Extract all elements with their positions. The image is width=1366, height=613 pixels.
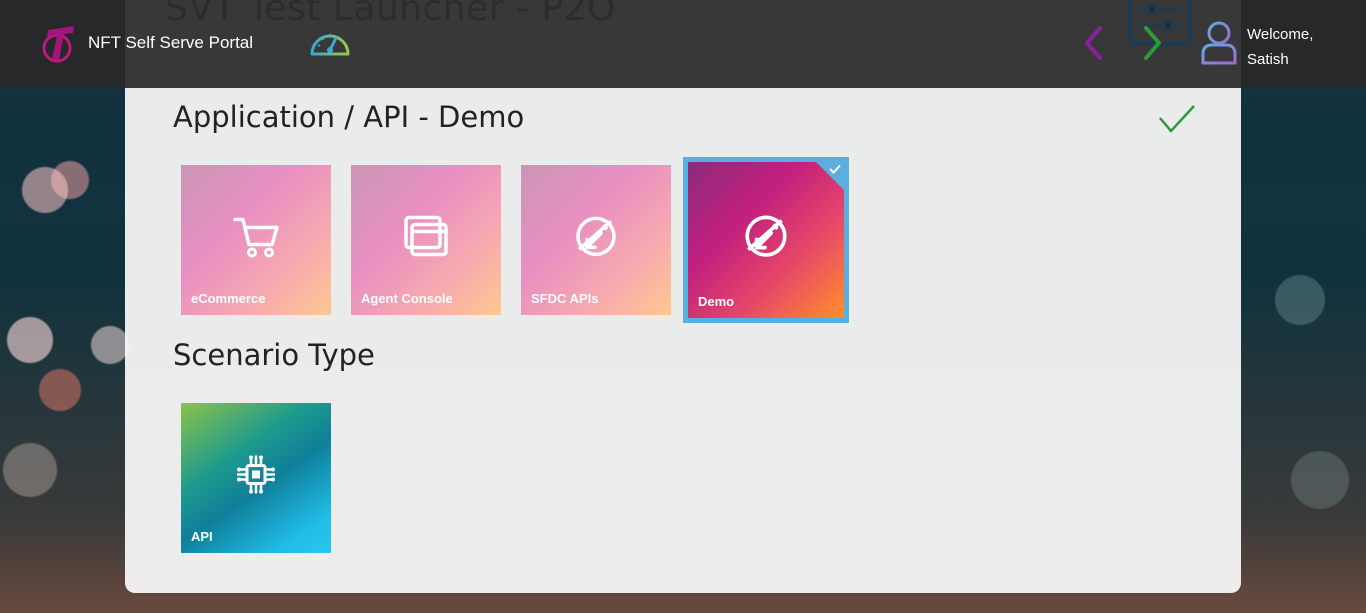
tile-label: Agent Console (361, 291, 453, 306)
selected-check-icon (829, 164, 841, 174)
chip-icon (237, 455, 275, 494)
application-section-title: Application / API - Demo (173, 100, 525, 134)
tile-label: SFDC APIs (531, 291, 599, 306)
satellite-icon (745, 215, 787, 257)
tile-label: API (191, 529, 213, 544)
dashboard-gauge-icon[interactable] (308, 26, 352, 60)
scenario-section-title: Scenario Type (173, 338, 375, 372)
user-avatar-icon[interactable] (1200, 20, 1238, 66)
satellite-icon (576, 216, 616, 257)
tile-api[interactable]: API (181, 403, 331, 553)
user-name: Satish (1247, 51, 1289, 68)
cart-icon (233, 217, 279, 258)
tile-agent-console[interactable]: Agent Console (351, 165, 501, 315)
tile-demo[interactable]: Demo (688, 162, 844, 318)
welcome-text: Welcome, Satish (1247, 22, 1313, 72)
tile-ecommerce[interactable]: eCommerce (181, 165, 331, 315)
tile-label: Demo (698, 294, 735, 309)
tile-label: eCommerce (191, 291, 266, 306)
section-complete-check-icon (1159, 105, 1195, 133)
previous-arrow-icon[interactable] (1080, 24, 1108, 62)
next-arrow-icon[interactable] (1138, 24, 1166, 62)
windows-icon (404, 215, 448, 257)
brand-name[interactable]: NFT Self Serve Portal (88, 33, 253, 53)
welcome-greeting: Welcome, (1247, 26, 1314, 43)
tile-sfdc-apis[interactable]: SFDC APIs (521, 165, 671, 315)
page-title: SVT Test Launcher - P2O (165, 0, 616, 29)
telstra-logo-icon[interactable] (40, 22, 80, 64)
